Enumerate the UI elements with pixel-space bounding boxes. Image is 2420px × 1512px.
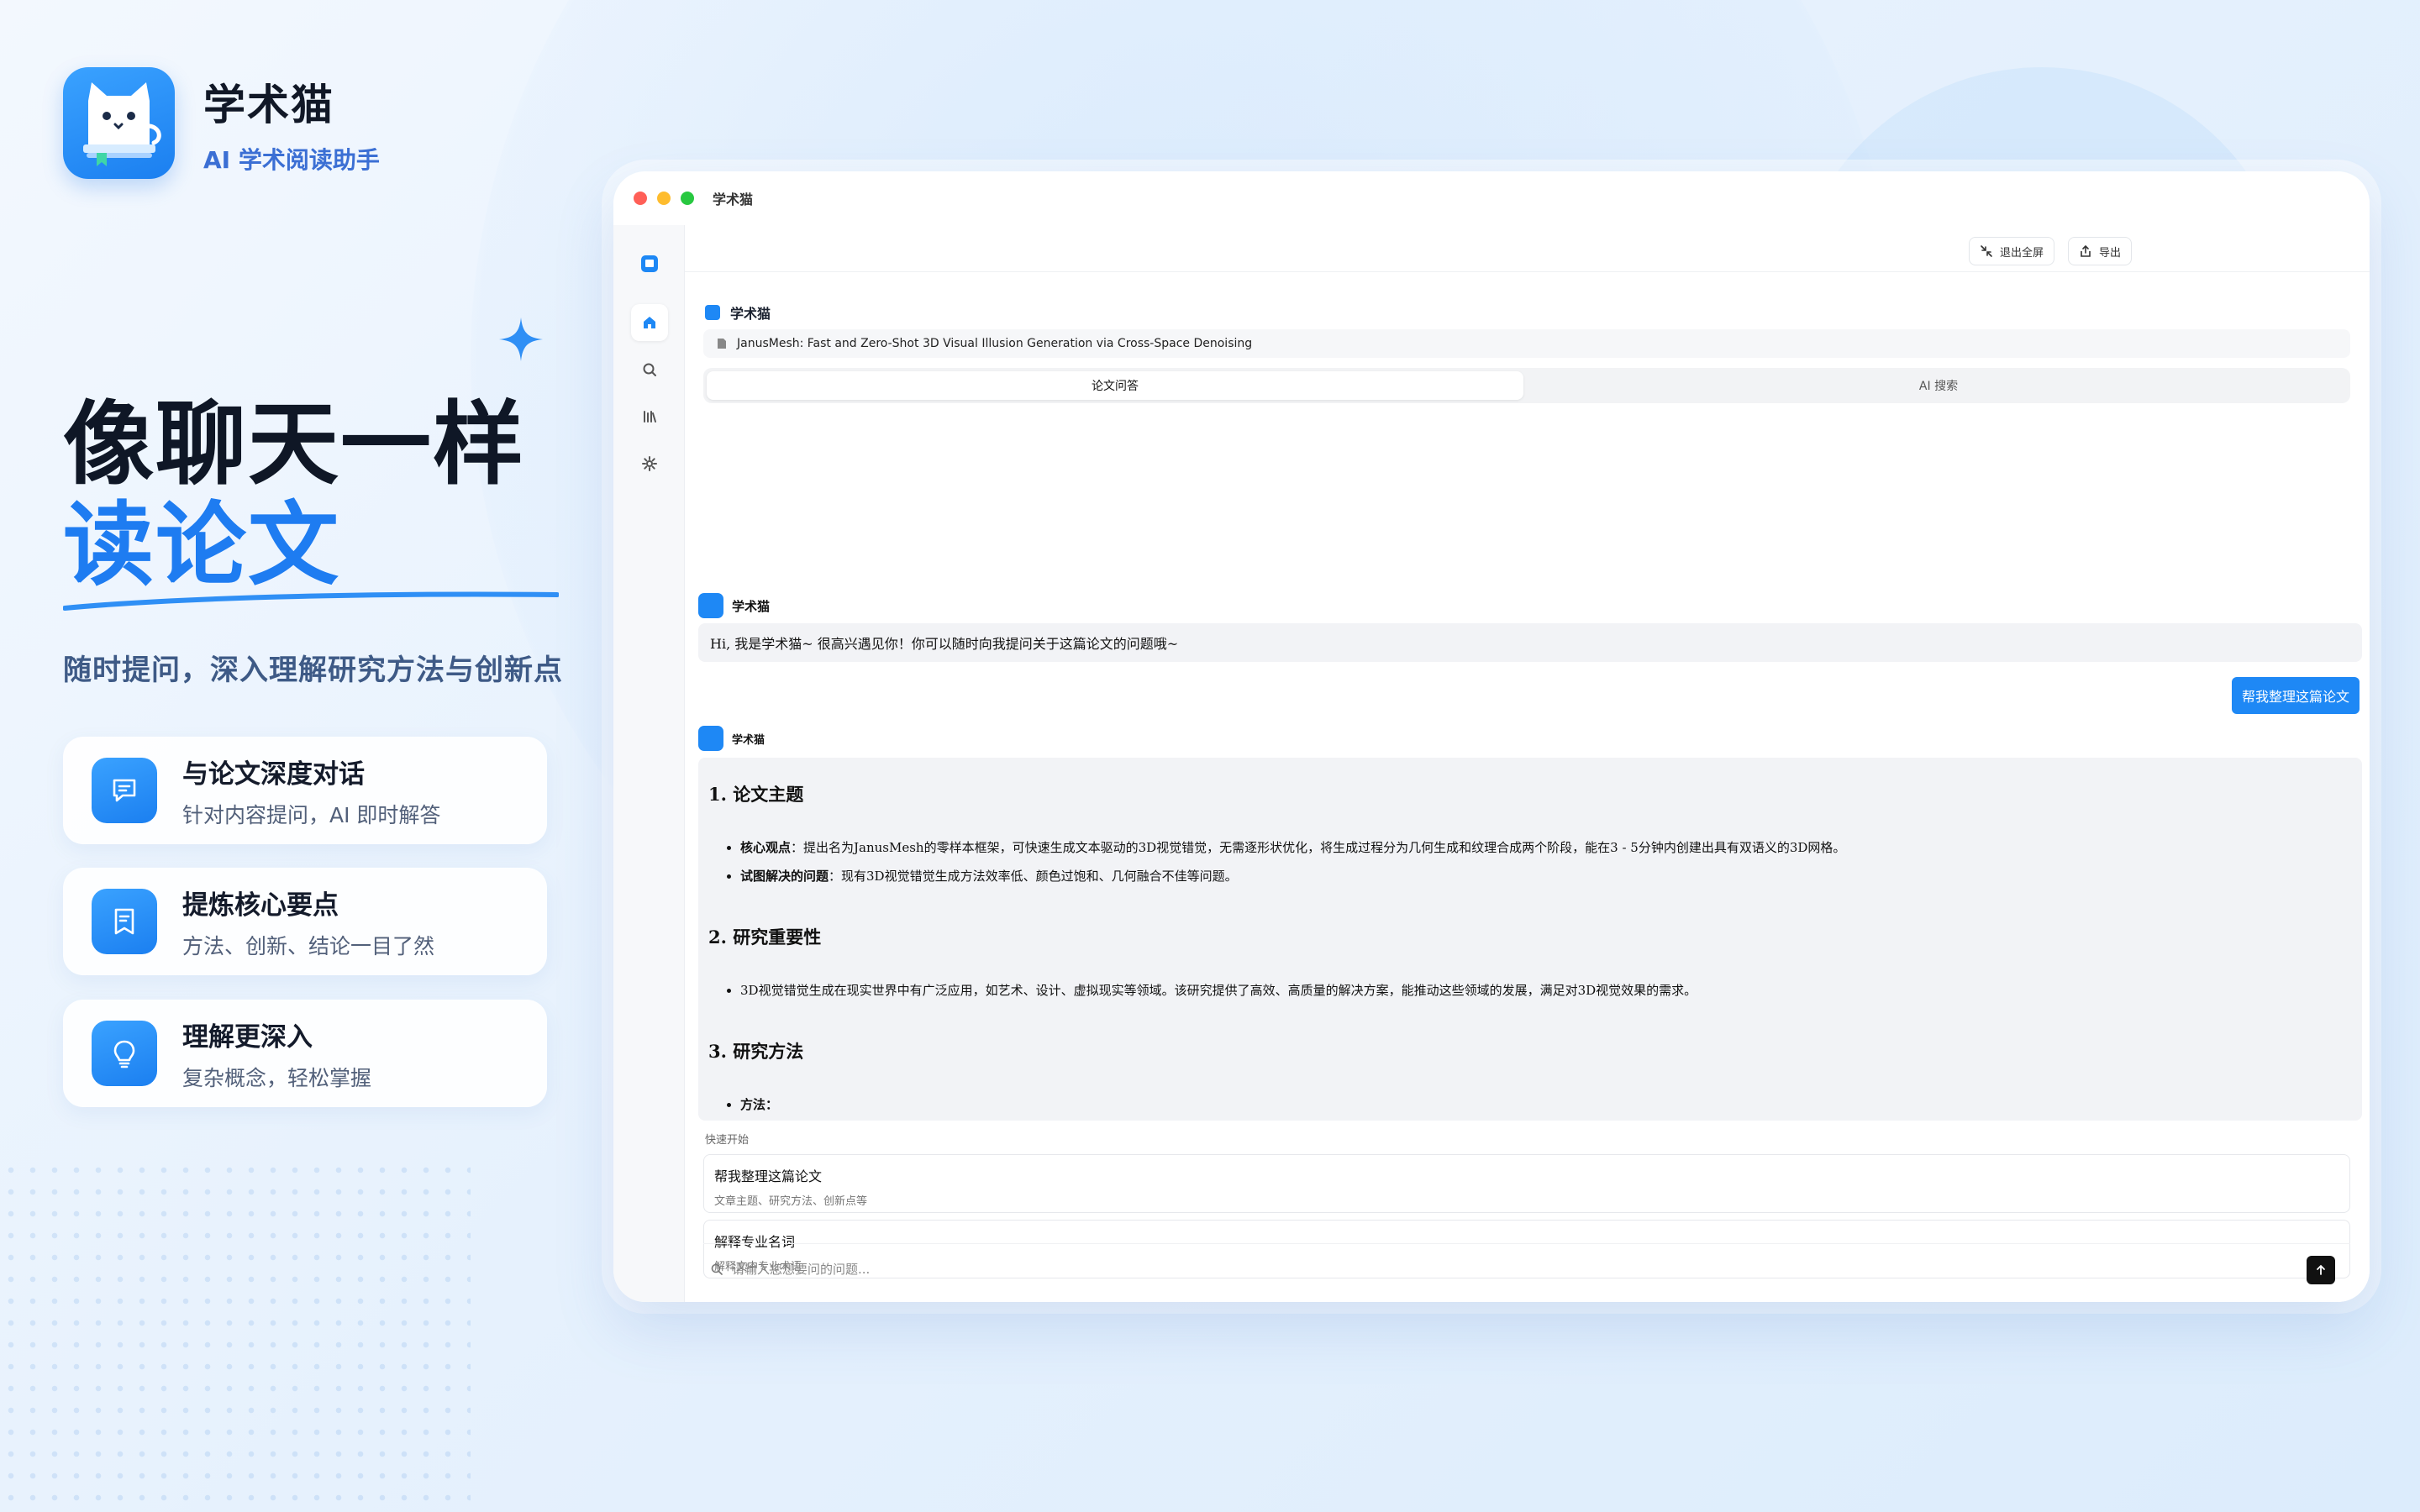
feature-card-key-points: 提炼核心要点 方法、创新、结论一目了然 [63, 868, 547, 975]
feature-card-dialogue: 与论文深度对话 针对内容提问，AI 即时解答 [63, 737, 547, 844]
home-icon [644, 317, 655, 328]
search-icon [643, 363, 656, 376]
doc-app-label: 学术猫 [730, 306, 771, 322]
bot-avatar [698, 726, 723, 751]
tab-ai-search[interactable]: AI 搜索 [1530, 371, 2347, 400]
brand-header: 学术猫 AI 学术阅读助手 [63, 67, 380, 179]
close-window-button[interactable] [634, 192, 647, 205]
minimize-window-button[interactable] [657, 192, 671, 205]
feature-title: 提炼核心要点 [182, 890, 339, 921]
library-icon [644, 411, 656, 423]
lightbulb-icon [92, 1021, 157, 1086]
gear-icon [642, 456, 657, 471]
export-button[interactable]: 导出 [2068, 237, 2133, 265]
export-label: 导出 [2099, 246, 2122, 260]
window-title: 学术猫 [713, 192, 754, 207]
feature-desc: 方法、创新、结论一目了然 [182, 933, 435, 958]
tagline: 随时提问，深入理解研究方法与创新点 [63, 654, 563, 687]
answer-bullet: 试图解决的问题：现有3D视觉错觉生成方法效率低、颜色过饱和、几何融合不佳等问题。 [740, 862, 2352, 890]
bot-message-header: 学术猫 [698, 593, 770, 618]
sidebar-item-home[interactable] [631, 304, 668, 341]
window-titlebar: 学术猫 [613, 171, 2370, 225]
background-dot-pattern [0, 1159, 471, 1512]
chat-icon [92, 758, 157, 823]
share-icon [2081, 244, 2091, 257]
answer-section-title: 2. 研究重要性 [708, 927, 822, 948]
bot-message-header: 学术猫 [698, 726, 765, 751]
quick-start-label: 快速开始 [705, 1134, 750, 1147]
answer-bullet: 3D视觉错觉生成在现实世界中有广泛应用，如艺术、设计、虚拟现实等领域。该研究提供… [740, 976, 2352, 1005]
feature-desc: 针对内容提问，AI 即时解答 [182, 802, 441, 827]
sidebar [613, 225, 685, 1302]
send-button[interactable] [2307, 1256, 2335, 1284]
top-toolbar: 退出全屏 导出 [685, 225, 2370, 272]
chat-input-bar [703, 1243, 2350, 1294]
bot-answer-message: 1. 论文主题 核心观点：提出名为JanusMesh的零样本框架，可快速生成文本… [698, 758, 2362, 1121]
quick-start-item-summarize[interactable]: 帮我整理这篇论文 文章主题、研究方法、创新点等 [703, 1154, 2350, 1213]
exit-fullscreen-button[interactable]: 退出全屏 [1969, 237, 2055, 265]
sidebar-item-library[interactable] [631, 398, 668, 435]
answer-bullet: 核心观点：提出名为JanusMesh的零样本框架，可快速生成文本驱动的3D视觉错… [740, 833, 2352, 862]
main-panel: 退出全屏 导出 学术猫 JanusMesh: Fast and Zero-Sho… [685, 225, 2370, 1302]
arrow-up-icon [2317, 1264, 2325, 1275]
sparkle-icon [499, 318, 543, 361]
feature-title: 理解更深入 [182, 1021, 313, 1053]
brand-name: 学术猫 [203, 80, 334, 129]
answer-section-title: 3. 研究方法 [708, 1041, 804, 1062]
quick-start-desc: 文章主题、研究方法、创新点等 [714, 1195, 868, 1208]
sidebar-item-settings[interactable] [631, 445, 668, 482]
exit-fullscreen-label: 退出全屏 [2000, 246, 2044, 260]
sidebar-logo-icon [631, 245, 668, 282]
feature-card-understanding: 理解更深入 复杂概念，轻松掌握 [63, 1000, 547, 1107]
maximize-window-button[interactable] [681, 192, 694, 205]
headline: 像聊天一样 读论文 [63, 395, 525, 596]
document-icon [92, 889, 157, 954]
headline-line-2: 读论文 [63, 493, 341, 598]
bot-greeting-message: Hi, 我是学术猫~ 很高兴遇见你！你可以随时向我提问关于这篇论文的问题哦~ [698, 623, 2362, 662]
answer-bullet: 方法： [740, 1090, 2352, 1119]
chat-input[interactable] [732, 1261, 2160, 1277]
quick-start-title: 帮我整理这篇论文 [714, 1168, 823, 1184]
feature-desc: 复杂概念，轻松掌握 [182, 1065, 372, 1090]
paper-title: JanusMesh: Fast and Zero-Shot 3D Visual … [737, 337, 1253, 350]
paper-title-bar: JanusMesh: Fast and Zero-Shot 3D Visual … [703, 329, 2350, 358]
mode-tabs: 论文问答 AI 搜索 [703, 368, 2350, 403]
headline-underline [63, 591, 559, 611]
answer-section-title: 1. 论文主题 [708, 784, 804, 805]
bot-name: 学术猫 [732, 733, 765, 747]
file-icon [718, 339, 726, 349]
sidebar-item-search[interactable] [631, 351, 668, 388]
app-mini-icon [705, 305, 720, 320]
feature-title: 与论文深度对话 [182, 759, 365, 790]
user-message: 帮我整理这篇论文 [2231, 677, 2360, 714]
exit-fullscreen-icon [1981, 245, 1992, 257]
tab-paper-qa[interactable]: 论文问答 [707, 371, 1523, 400]
search-icon [711, 1263, 723, 1275]
doc-header: 学术猫 [705, 302, 771, 323]
app-logo-icon [63, 67, 175, 179]
bot-avatar [698, 593, 723, 618]
brand-subtitle: AI 学术阅读助手 [203, 145, 380, 174]
app-window: 学术猫 退出全屏 导出 学术猫 JanusMesh: Fast and Zero… [613, 171, 2370, 1302]
headline-line-1: 像聊天一样 [63, 392, 526, 497]
bot-name: 学术猫 [732, 598, 771, 614]
